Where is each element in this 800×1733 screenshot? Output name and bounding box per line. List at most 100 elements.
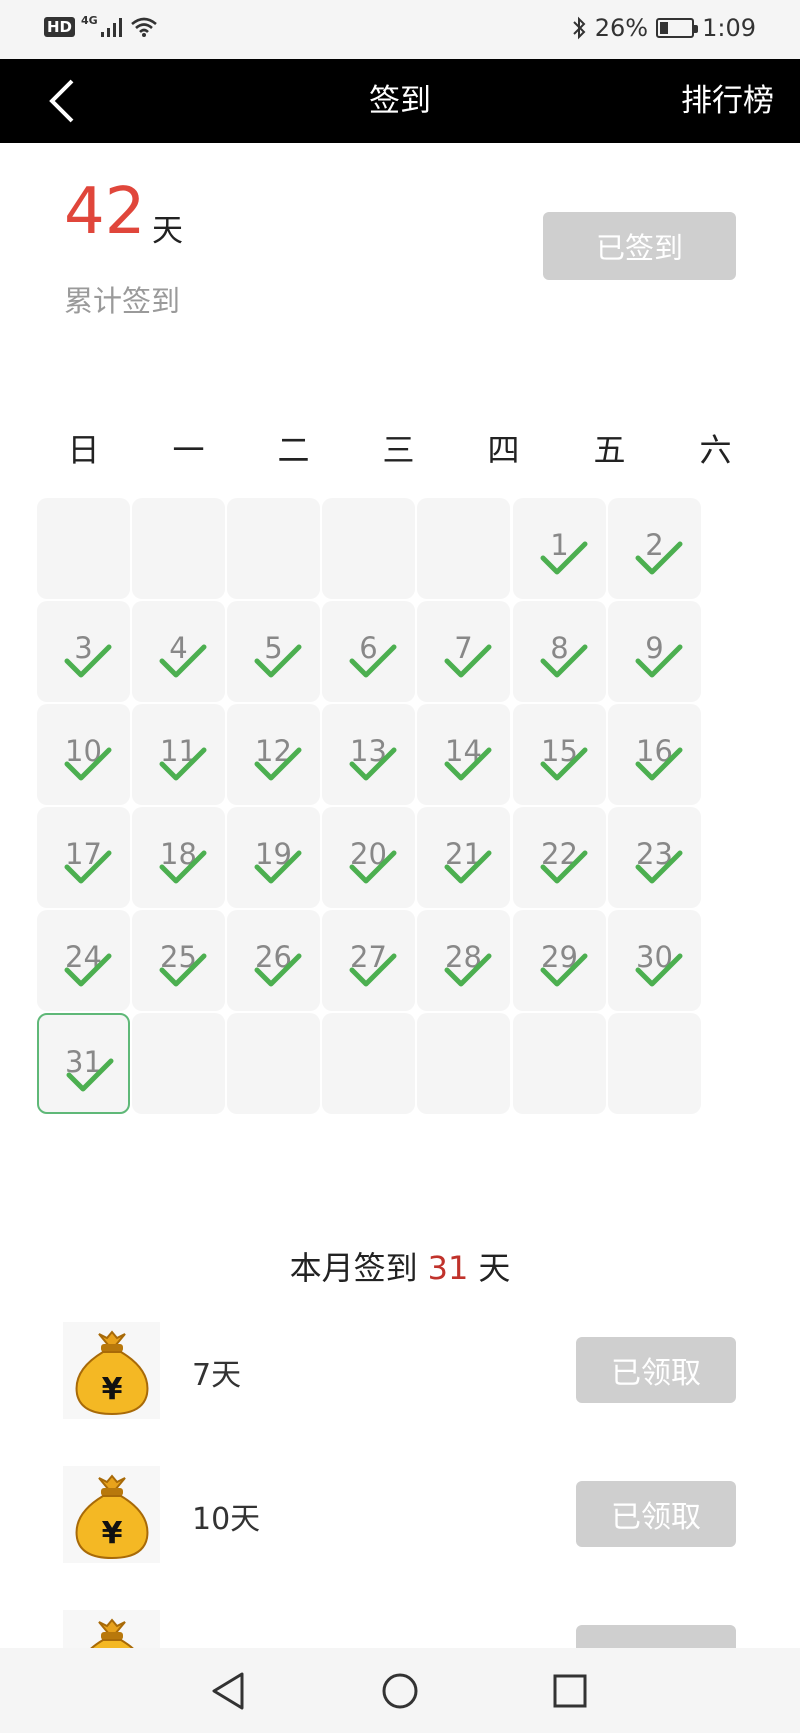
reward-days-label: 10天 bbox=[192, 1502, 261, 1537]
checkmark-icon bbox=[540, 850, 588, 884]
calendar-day-16[interactable]: 16 bbox=[608, 704, 701, 805]
total-days-label: 累计签到 bbox=[64, 284, 181, 318]
checkmark-icon bbox=[349, 953, 397, 987]
calendar-day-12[interactable]: 12 bbox=[227, 704, 320, 805]
reward-claimed-button[interactable]: 已领取 bbox=[576, 1481, 736, 1547]
calendar-grid: 1 2 3 4 5 6 7 8 9 10 11 12 13 14 15 16 17 18 19 20 21 22 23 24 2… bbox=[37, 498, 763, 1168]
weekday-label: 五 bbox=[593, 431, 626, 469]
signal-icon bbox=[100, 18, 122, 37]
calendar-day-19[interactable]: 19 bbox=[227, 807, 320, 908]
weekday-header: 日 一 二 三 四 五 六 bbox=[37, 425, 763, 475]
reward-row-partial bbox=[0, 1610, 800, 1648]
calendar-day-23[interactable]: 23 bbox=[608, 807, 701, 908]
weekday-label: 四 bbox=[487, 431, 520, 469]
calendar-day-2[interactable]: 2 bbox=[608, 498, 701, 599]
weekday-label: 三 bbox=[382, 431, 415, 469]
battery-percent: 26% bbox=[594, 14, 649, 42]
system-nav-bar bbox=[0, 1648, 800, 1733]
signed-in-button[interactable]: 已签到 bbox=[543, 212, 736, 280]
calendar-day-27[interactable]: 27 bbox=[322, 910, 415, 1011]
total-days-unit: 天 bbox=[152, 213, 183, 249]
checkmark-icon bbox=[635, 644, 683, 678]
checkmark-icon bbox=[444, 850, 492, 884]
svg-text:¥: ¥ bbox=[102, 1516, 123, 1551]
calendar-day-21[interactable]: 21 bbox=[417, 807, 510, 908]
checkmark-icon bbox=[64, 644, 112, 678]
nav-home-icon bbox=[382, 1673, 418, 1709]
battery-icon bbox=[656, 18, 699, 38]
calendar-empty-cell bbox=[417, 1013, 510, 1114]
checkmark-icon bbox=[540, 747, 588, 781]
nav-back-button[interactable] bbox=[204, 1666, 254, 1716]
money-bag-icon: ¥ bbox=[63, 1322, 160, 1419]
weekday-label: 二 bbox=[277, 431, 310, 469]
calendar-day-6[interactable]: 6 bbox=[322, 601, 415, 702]
battery-fill bbox=[660, 22, 669, 34]
month-summary-prefix: 本月签到 bbox=[289, 1249, 418, 1287]
calendar-empty-cell bbox=[227, 498, 320, 599]
calendar-empty-cell bbox=[37, 498, 130, 599]
checkmark-icon bbox=[540, 541, 588, 575]
page-title: 签到 bbox=[369, 83, 431, 119]
checkmark-icon bbox=[254, 953, 302, 987]
calendar-day-24[interactable]: 24 bbox=[37, 910, 130, 1011]
nav-home-button[interactable] bbox=[375, 1666, 425, 1716]
calendar-empty-cell bbox=[322, 1013, 415, 1114]
checkmark-icon bbox=[540, 953, 588, 987]
clock: 1:09 bbox=[702, 14, 756, 42]
calendar-empty-cell bbox=[608, 1013, 701, 1114]
calendar-day-8[interactable]: 8 bbox=[513, 601, 606, 702]
checkmark-icon bbox=[159, 953, 207, 987]
calendar-day-26[interactable]: 26 bbox=[227, 910, 320, 1011]
calendar-day-7[interactable]: 7 bbox=[417, 601, 510, 702]
calendar-day-22[interactable]: 22 bbox=[513, 807, 606, 908]
checkmark-icon bbox=[349, 644, 397, 678]
calendar-day-5[interactable]: 5 bbox=[227, 601, 320, 702]
calendar-day-13[interactable]: 13 bbox=[322, 704, 415, 805]
calendar-day-4[interactable]: 4 bbox=[132, 601, 225, 702]
status-right: 26% 1:09 bbox=[571, 14, 756, 42]
calendar-day-14[interactable]: 14 bbox=[417, 704, 510, 805]
status-left: HD 4G bbox=[44, 14, 158, 38]
month-summary-suffix: 天 bbox=[478, 1249, 511, 1287]
weekday-label: 一 bbox=[172, 431, 205, 469]
reward-claimed-button[interactable]: 已领取 bbox=[576, 1337, 736, 1403]
checkmark-icon bbox=[349, 850, 397, 884]
calendar-day-17[interactable]: 17 bbox=[37, 807, 130, 908]
calendar-day-10[interactable]: 10 bbox=[37, 704, 130, 805]
calendar-day-1[interactable]: 1 bbox=[513, 498, 606, 599]
hd-badge: HD bbox=[44, 17, 76, 37]
nav-recents-button[interactable] bbox=[545, 1666, 595, 1716]
calendar-day-29[interactable]: 29 bbox=[513, 910, 606, 1011]
calendar-day-11[interactable]: 11 bbox=[132, 704, 225, 805]
checkmark-icon bbox=[635, 850, 683, 884]
reward-claimed-button[interactable] bbox=[576, 1625, 736, 1648]
calendar-day-20[interactable]: 20 bbox=[322, 807, 415, 908]
calendar-day-25[interactable]: 25 bbox=[132, 910, 225, 1011]
calendar-day-18[interactable]: 18 bbox=[132, 807, 225, 908]
wifi-icon bbox=[130, 17, 157, 37]
weekday-label: 六 bbox=[699, 431, 732, 469]
ranking-link[interactable]: 排行榜 bbox=[681, 59, 774, 143]
money-bag-icon: ¥ bbox=[63, 1466, 160, 1563]
reward-days-label: 7天 bbox=[192, 1358, 242, 1393]
calendar-empty-cell bbox=[417, 498, 510, 599]
calendar-day-28[interactable]: 28 bbox=[417, 910, 510, 1011]
reward-row: ¥ 10天 已领取 bbox=[0, 1466, 800, 1566]
nav-back-icon bbox=[212, 1672, 244, 1710]
checkmark-icon bbox=[635, 953, 683, 987]
calendar-day-9[interactable]: 9 bbox=[608, 601, 701, 702]
calendar-day-31[interactable]: 31 bbox=[37, 1013, 130, 1114]
checkmark-icon bbox=[254, 644, 302, 678]
checkmark-icon bbox=[444, 644, 492, 678]
checkmark-icon bbox=[159, 644, 207, 678]
calendar-day-30[interactable]: 30 bbox=[608, 910, 701, 1011]
checkmark-icon bbox=[64, 850, 112, 884]
money-bag-icon bbox=[63, 1610, 160, 1648]
weekday-label: 日 bbox=[67, 431, 100, 469]
checkmark-icon bbox=[635, 747, 683, 781]
calendar-day-3[interactable]: 3 bbox=[37, 601, 130, 702]
calendar-empty-cell bbox=[513, 1013, 606, 1114]
calendar-day-15[interactable]: 15 bbox=[513, 704, 606, 805]
checkmark-icon bbox=[349, 747, 397, 781]
